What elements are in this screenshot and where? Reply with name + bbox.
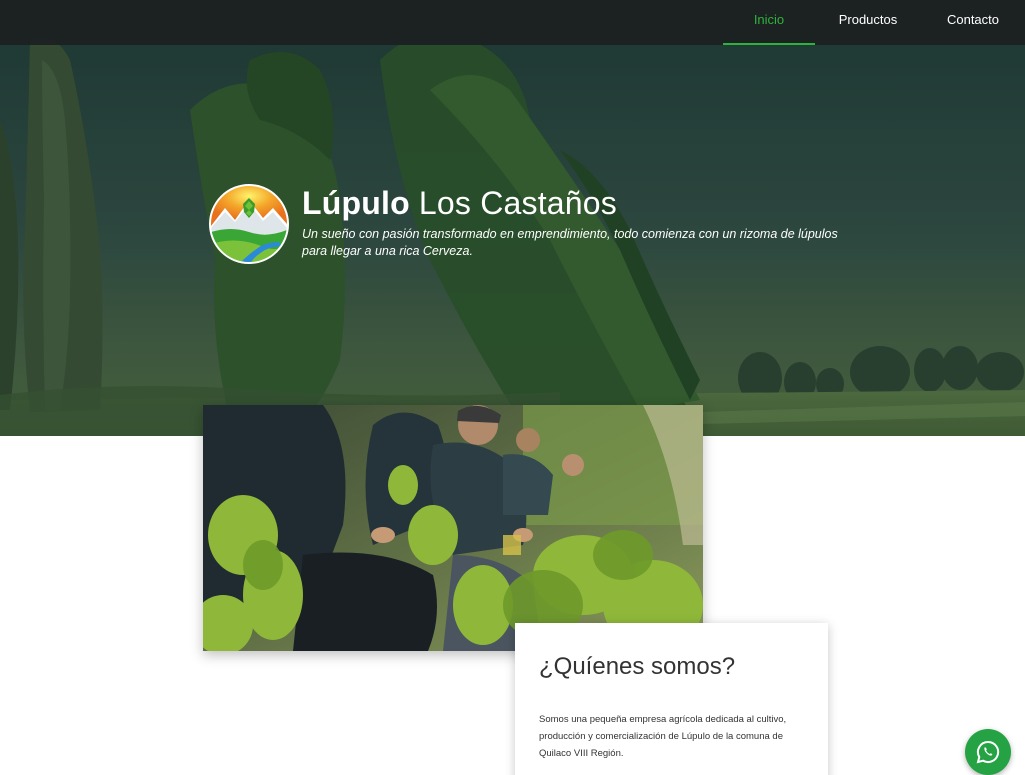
nav-links: Inicio Productos Contacto (723, 0, 1025, 45)
about-heading: ¿Quíenes somos? (539, 653, 736, 680)
whatsapp-icon (976, 740, 1000, 764)
whatsapp-button[interactable] (965, 729, 1011, 775)
nav-item-inicio[interactable]: Inicio (723, 0, 815, 45)
brand-title-rest: Los Castaños (409, 185, 617, 221)
hop-mountain-logo-icon (209, 184, 289, 264)
top-navbar: Inicio Productos Contacto (0, 0, 1025, 45)
workers-photo (203, 405, 703, 651)
hero-tagline: Un sueño con pasión transformado en empr… (302, 227, 838, 258)
about-card: ¿Quíenes somos? Somos una pequeña empres… (515, 623, 828, 775)
about-text: Somos una pequeña empresa agrícola dedic… (539, 714, 787, 759)
brand-title: Lúpulo Los Castaños (302, 185, 617, 222)
nav-item-contacto[interactable]: Contacto (921, 0, 1025, 45)
brand-title-bold: Lúpulo (302, 185, 410, 221)
nav-item-productos[interactable]: Productos (815, 0, 921, 45)
